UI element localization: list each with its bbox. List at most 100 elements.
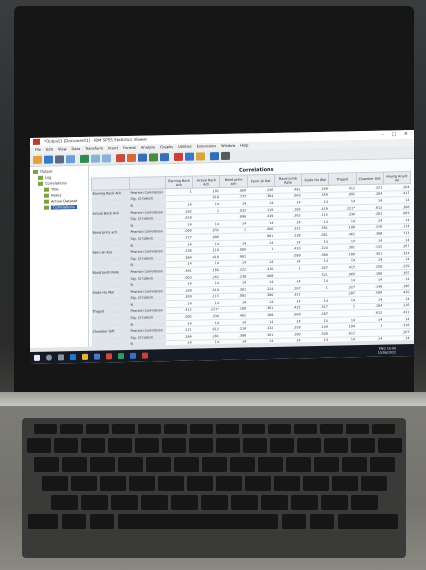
redo-icon[interactable] [102, 154, 111, 163]
search-icon[interactable] [46, 354, 52, 361]
keyboard-key [319, 424, 343, 434]
spss-taskbar-icon[interactable] [142, 352, 148, 359]
keyboard-key [200, 495, 228, 510]
menu-item[interactable]: Edit [46, 148, 53, 152]
laptop-screen: *Output1 [Document1] - IBM SPSS Statisti… [30, 129, 414, 365]
open-folder-icon[interactable] [33, 155, 42, 164]
keyboard-key [90, 514, 114, 529]
keyboard-key [128, 476, 155, 491]
system-tray[interactable]: ENG 16:00 10/06/2022 [378, 346, 396, 354]
chrome-icon[interactable] [106, 353, 112, 360]
column-header: Houng Acunt Vil [383, 171, 411, 185]
keyboard-key [229, 457, 255, 472]
log-icon [38, 175, 43, 180]
keyboard-key [241, 424, 265, 434]
keyboard-key [33, 457, 59, 472]
keyboard-key [323, 438, 348, 453]
keyboard-key [215, 438, 240, 453]
save-icon[interactable] [44, 155, 53, 164]
keyboard-key [296, 438, 321, 453]
keyboard-key [313, 457, 339, 472]
keyboard-key [267, 424, 291, 434]
goto-case-icon[interactable] [127, 153, 136, 162]
keyboard-key [244, 476, 271, 491]
goto-data-icon[interactable] [116, 154, 125, 163]
menu-item[interactable]: Utilities [178, 145, 192, 149]
keyboard-key [62, 514, 86, 529]
print-icon[interactable] [55, 155, 64, 164]
nav-item-title[interactable]: Title [44, 187, 59, 192]
insert-heading-icon[interactable] [174, 152, 183, 162]
correlations-table[interactable]: Earning Back Ach Actual Back Ach Bond pric… [91, 171, 411, 349]
store-icon[interactable] [94, 353, 100, 360]
keyboard-key [85, 424, 109, 434]
nav-item-log[interactable]: Log [38, 176, 51, 180]
insert-title-icon[interactable] [185, 152, 194, 161]
designated-window-icon[interactable] [210, 152, 219, 161]
keyboard-key [110, 495, 138, 510]
keyboard-key [50, 495, 78, 510]
chart-icon[interactable] [149, 153, 158, 162]
keyboard-key [80, 495, 108, 510]
undo-icon[interactable] [91, 154, 100, 163]
keyboard-key [369, 457, 395, 472]
keyboard-key [99, 476, 126, 491]
keyboard-key [61, 457, 87, 472]
insert-text-icon[interactable] [196, 152, 205, 161]
menu-item[interactable]: Transform [85, 146, 103, 150]
menu-item[interactable]: Help [240, 143, 248, 147]
nav-item-notes[interactable]: Notes [44, 193, 61, 198]
keyboard-key [360, 476, 387, 491]
keyboard-key [33, 424, 57, 434]
keyboard-key [273, 476, 300, 491]
edge-icon[interactable] [70, 354, 76, 361]
task-view-icon[interactable] [58, 354, 64, 361]
keyboard-key [137, 424, 161, 434]
window-title: *Output1 [Document1] - IBM SPSS Statisti… [44, 136, 148, 144]
nav-item-active-dataset[interactable]: Active Dataset [44, 199, 77, 204]
excel-icon[interactable] [118, 353, 124, 360]
nav-item-output[interactable]: Output [33, 170, 52, 174]
keyboard-key [186, 476, 213, 491]
table-icon[interactable] [160, 153, 169, 162]
menu-item[interactable]: Graphs [160, 145, 173, 149]
menu-item[interactable]: Extensions [197, 144, 217, 148]
menu-item[interactable]: Data [72, 147, 81, 151]
window-controls[interactable]: – ▢ ✕ [381, 131, 411, 138]
menu-item[interactable]: Format [123, 146, 136, 150]
nav-item-correlations[interactable]: Correlations [38, 181, 67, 186]
column-header [91, 177, 130, 191]
export-icon[interactable] [80, 154, 89, 163]
keyboard-key [230, 495, 258, 510]
variables-icon[interactable] [138, 153, 147, 162]
show-hide-icon[interactable] [221, 151, 230, 161]
column-header: Oudo Hu Wal [301, 173, 329, 186]
laptop-keyboard [22, 418, 406, 558]
column-header: Baud Jumb Rate [274, 173, 302, 187]
word-icon[interactable] [130, 352, 136, 359]
output-viewer: Correlations Earning Back Ach Actual Back… [89, 158, 414, 349]
keyboard-key [345, 424, 369, 434]
menu-item[interactable]: View [58, 147, 67, 151]
windows-start-icon[interactable] [34, 354, 40, 361]
keyboard-key [320, 495, 348, 510]
print-preview-icon[interactable] [66, 155, 75, 164]
menu-item[interactable]: File [35, 148, 41, 152]
keyboard-key [201, 457, 227, 472]
outline-pane: Output Log Correlations Title Notes Acti… [30, 165, 89, 349]
file-explorer-icon[interactable] [82, 353, 88, 360]
nav-item-correlations-table[interactable]: Correlations [44, 205, 77, 210]
keyboard-key [302, 476, 329, 491]
keyboard-key [134, 438, 159, 453]
keyboard-key [117, 457, 143, 472]
keyboard-key [80, 438, 105, 453]
keyboard-key [28, 514, 58, 529]
keyboard-key [111, 424, 135, 434]
menu-item[interactable]: Insert [108, 146, 118, 150]
menu-item[interactable]: Window [221, 144, 235, 148]
table-icon [44, 205, 49, 210]
menu-item[interactable]: Analyze [141, 145, 155, 149]
folder-icon [38, 181, 43, 186]
column-header: Thigort [328, 172, 357, 186]
keyboard-key [188, 438, 213, 453]
